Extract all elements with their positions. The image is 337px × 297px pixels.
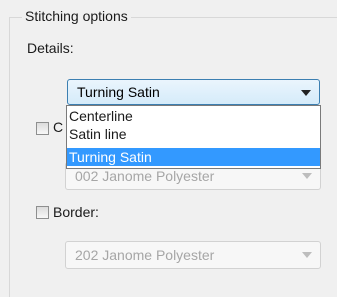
chevron-down-icon — [302, 173, 312, 179]
details-combobox[interactable]: Turning Satin — [67, 79, 320, 105]
option-centerline[interactable]: Centerline — [67, 107, 320, 125]
border-checkbox[interactable] — [36, 206, 49, 219]
color-checkbox[interactable] — [36, 122, 49, 135]
option-turning-satin[interactable]: Turning Satin — [67, 148, 320, 166]
details-dropdown-list: Centerline Satin line Turning Satin — [66, 105, 321, 169]
color-thread-value: 002 Janome Polyester — [75, 168, 215, 184]
details-label: Details: — [27, 40, 74, 56]
option-satin-line[interactable]: Satin line — [67, 125, 320, 143]
border-thread-value: 202 Janome Polyester — [75, 247, 215, 263]
group-title: Stitching options — [22, 8, 131, 24]
color-checkbox-label: C — [53, 119, 64, 135]
chevron-down-icon — [302, 252, 312, 258]
border-checkbox-label: Border: — [53, 204, 99, 220]
border-thread-combobox[interactable]: 202 Janome Polyester — [65, 241, 321, 269]
chevron-down-icon[interactable] — [301, 90, 311, 96]
details-selected-value: Turning Satin — [77, 84, 160, 100]
stitching-options-panel: Stitching options Details: Turning Satin… — [0, 0, 337, 297]
